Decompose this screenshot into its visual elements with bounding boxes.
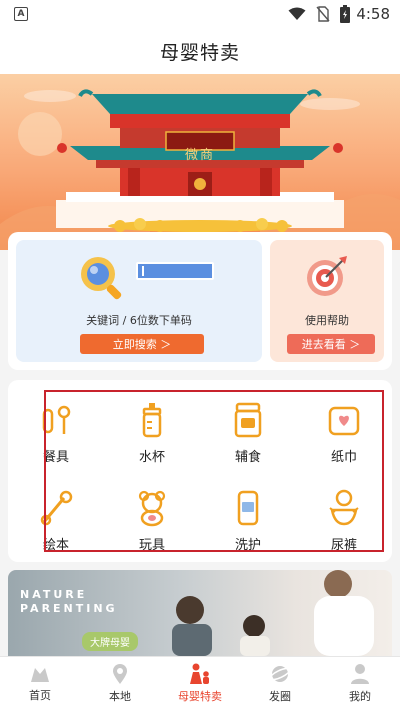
tab-label: 我的	[349, 690, 371, 703]
battery-charging-icon	[340, 5, 351, 23]
status-bar: A 4:58	[0, 0, 400, 28]
tab-local[interactable]: 本地	[80, 657, 160, 710]
go-see-button[interactable]: 进去看看 ＞	[287, 334, 375, 354]
category-label: 玩具	[138, 538, 165, 553]
tab-label: 本地	[109, 690, 131, 703]
location-pin-icon	[113, 664, 127, 684]
category-bath-care[interactable]: 洗护	[200, 474, 296, 556]
promo-title-line1: NATURE	[20, 588, 88, 601]
baby-bottle-icon	[142, 403, 162, 438]
tab-mine[interactable]: 我的	[320, 657, 400, 710]
hero-banner[interactable]: 微商	[0, 74, 400, 250]
category-tissue[interactable]: 纸巾	[296, 386, 392, 468]
user-icon	[351, 664, 369, 684]
tab-label: 母婴特卖	[178, 690, 222, 703]
tab-home[interactable]: 首页	[0, 657, 80, 710]
promo-tag: 大牌母婴	[82, 632, 138, 651]
quick-actions-card: 关键词 / 6位数下单码 立即搜索 ＞ 使用帮助 进去看看 ＞	[8, 232, 392, 370]
teddy-bear-icon	[138, 490, 166, 527]
category-diapers[interactable]: 尿裤	[296, 474, 392, 556]
category-cup[interactable]: 水杯	[104, 386, 200, 468]
category-label: 水杯	[138, 450, 165, 465]
baby-food-jar-icon	[234, 402, 262, 438]
tissue-box-icon	[328, 406, 360, 436]
home-icon	[31, 668, 49, 682]
help-card[interactable]: 使用帮助 进去看看 ＞	[270, 240, 384, 362]
promo-title-line2: PARENTING	[20, 602, 118, 615]
mother-baby-icon	[190, 663, 209, 684]
lotion-icon	[237, 490, 259, 526]
category-tableware[interactable]: 餐具	[8, 386, 104, 468]
category-label: 餐具	[42, 450, 69, 465]
tab-label: 发圈	[269, 690, 291, 703]
tableware-icon	[42, 405, 71, 434]
category-label: 纸巾	[330, 450, 357, 465]
picture-book-icon	[40, 490, 73, 526]
bottom-tab-bar: 首页 本地 母婴特卖 发圈 我的	[0, 656, 400, 710]
title-bar: 母婴特卖	[0, 28, 400, 74]
app-notification-icon: A	[14, 7, 28, 21]
category-label: 尿裤	[330, 538, 357, 553]
no-sim-icon	[316, 6, 330, 22]
category-baby-food[interactable]: 辅食	[200, 386, 296, 468]
tab-label: 首页	[29, 689, 51, 702]
category-label: 绘本	[42, 538, 69, 553]
target-icon	[307, 256, 347, 296]
category-picture-book[interactable]: 绘本	[8, 474, 104, 556]
planet-icon	[269, 666, 291, 682]
help-label: 使用帮助	[305, 314, 349, 327]
category-toys[interactable]: 玩具	[104, 474, 200, 556]
category-label: 辅食	[234, 450, 261, 465]
category-label: 洗护	[234, 538, 261, 553]
page-title: 母婴特卖	[159, 41, 240, 64]
wifi-icon	[288, 7, 306, 20]
diaper-icon	[329, 489, 359, 526]
category-grid: 餐具 水杯 辅食 纸巾 绘本 玩具 洗护 尿裤	[8, 380, 392, 562]
search-hint: 关键词 / 6位数下单码	[86, 314, 192, 327]
banner-sign-text: 微商	[184, 148, 215, 163]
clock-time: 4:58	[356, 5, 390, 23]
search-input-preview	[136, 262, 214, 280]
promo-banner[interactable]: NATURE PARENTING 大牌母婴	[8, 570, 392, 656]
tab-moments[interactable]: 发圈	[240, 657, 320, 710]
search-card[interactable]: 关键词 / 6位数下单码 立即搜索 ＞	[16, 240, 262, 362]
tab-mother-baby-sale[interactable]: 母婴特卖	[160, 657, 240, 710]
search-now-button[interactable]: 立即搜索 ＞	[80, 334, 204, 354]
magnifier-icon	[81, 257, 122, 300]
